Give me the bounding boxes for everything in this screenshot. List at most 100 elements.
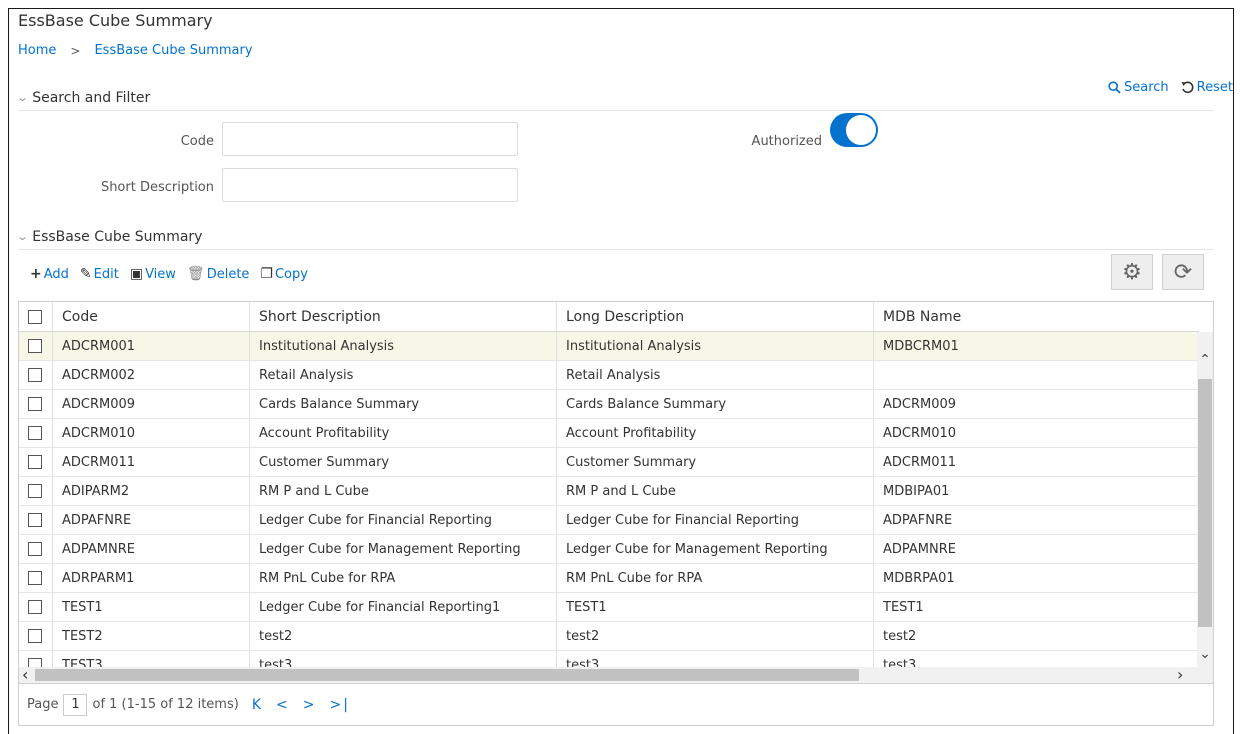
- column-header-short-description[interactable]: Short Description: [249, 302, 556, 331]
- filter-actions: Search Reset: [1108, 80, 1233, 95]
- cell-short-description: Cards Balance Summary: [249, 390, 556, 418]
- column-header-mdb-name[interactable]: MDB Name: [873, 302, 1199, 331]
- next-page-icon[interactable]: >: [303, 697, 317, 713]
- row-checkbox[interactable]: [28, 629, 42, 643]
- add-button[interactable]: + Add: [30, 266, 69, 282]
- select-all-checkbox[interactable]: [28, 309, 42, 324]
- cell-code: ADPAFNRE: [52, 506, 249, 534]
- cell-code: ADRPARM1: [52, 564, 249, 592]
- row-checkbox[interactable]: [28, 542, 42, 556]
- copy-button[interactable]: ❐ Copy: [260, 266, 308, 282]
- column-header-code[interactable]: Code: [52, 302, 249, 331]
- grid-settings-button[interactable]: ⚙: [1111, 254, 1153, 290]
- view-label: View: [145, 266, 176, 282]
- add-label: Add: [43, 266, 69, 282]
- row-checkbox-cell: [19, 593, 52, 621]
- table-row[interactable]: ADPAMNRE Ledger Cube for Management Repo…: [19, 535, 1199, 564]
- edit-button[interactable]: ✎ Edit: [80, 266, 119, 282]
- table-row[interactable]: ADPAFNRE Ledger Cube for Financial Repor…: [19, 506, 1199, 535]
- cell-short-description: RM PnL Cube for RPA: [249, 564, 556, 592]
- table-row[interactable]: ADIPARM2 RM P and L Cube RM P and L Cube…: [19, 477, 1199, 506]
- horizontal-scrollbar[interactable]: ‹ ›: [19, 665, 1213, 683]
- row-checkbox-cell: [19, 535, 52, 563]
- short-description-label: Short Description: [100, 180, 214, 195]
- authorized-toggle[interactable]: [830, 113, 878, 147]
- first-page-icon[interactable]: K: [252, 697, 263, 713]
- table-row[interactable]: ADCRM009 Cards Balance Summary Cards Bal…: [19, 390, 1199, 419]
- cell-short-description: Institutional Analysis: [249, 332, 556, 360]
- summary-section-title: EssBase Cube Summary: [32, 228, 203, 245]
- row-checkbox[interactable]: [28, 368, 42, 382]
- cell-long-description: RM P and L Cube: [556, 477, 873, 505]
- reset-label: Reset: [1196, 80, 1233, 95]
- cell-code: ADIPARM2: [52, 477, 249, 505]
- row-checkbox-cell: [19, 332, 52, 360]
- table-row[interactable]: ADRPARM1 RM PnL Cube for RPA RM PnL Cube…: [19, 564, 1199, 593]
- row-checkbox[interactable]: [28, 513, 42, 527]
- search-label: Search: [1124, 80, 1169, 95]
- breadcrumb-home[interactable]: Home: [18, 43, 56, 58]
- table-row[interactable]: ADCRM010 Account Profitability Account P…: [19, 419, 1199, 448]
- scroll-right-icon[interactable]: ›: [1177, 665, 1183, 683]
- edit-icon: ✎: [79, 266, 92, 282]
- reset-button[interactable]: Reset: [1181, 80, 1233, 95]
- cell-short-description: Ledger Cube for Financial Reporting: [249, 506, 556, 534]
- search-button[interactable]: Search: [1108, 80, 1169, 95]
- cell-short-description: Ledger Cube for Management Reporting: [249, 535, 556, 563]
- view-button[interactable]: ▣ View: [130, 266, 176, 282]
- cell-long-description: test2: [556, 622, 873, 650]
- copy-label: Copy: [274, 266, 308, 282]
- horizontal-scroll-thumb[interactable]: [35, 669, 859, 681]
- row-checkbox[interactable]: [28, 397, 42, 411]
- page-title: EssBase Cube Summary: [18, 11, 213, 30]
- table-row[interactable]: ADCRM011 Customer Summary Customer Summa…: [19, 448, 1199, 477]
- summary-section-header[interactable]: ⌄ EssBase Cube Summary: [16, 224, 1214, 250]
- cell-mdb-name: ADCRM010: [873, 419, 1199, 447]
- delete-button[interactable]: 🗑︎ Delete: [187, 266, 250, 282]
- breadcrumb-current[interactable]: EssBase Cube Summary: [94, 43, 252, 58]
- table-row[interactable]: TEST2 test2 test2 test2: [19, 622, 1199, 651]
- row-checkbox[interactable]: [28, 571, 42, 585]
- grid-toolbar: + Add ✎ Edit ▣ View 🗑︎ Delete ❐ Copy: [30, 266, 308, 282]
- breadcrumb-separator-icon: >: [70, 43, 81, 58]
- page-label: Page: [27, 697, 59, 712]
- table-row[interactable]: ADCRM001 Institutional Analysis Institut…: [19, 332, 1199, 361]
- cell-long-description: Institutional Analysis: [556, 332, 873, 360]
- cell-code: ADCRM002: [52, 361, 249, 389]
- grid-refresh-button[interactable]: ⟳: [1162, 254, 1204, 290]
- table-row[interactable]: TEST1 Ledger Cube for Financial Reportin…: [19, 593, 1199, 622]
- scroll-left-icon[interactable]: ‹: [22, 665, 28, 683]
- cell-short-description: RM P and L Cube: [249, 477, 556, 505]
- cell-short-description: Retail Analysis: [249, 361, 556, 389]
- vertical-scrollbar[interactable]: ⌃ ⌄: [1197, 332, 1213, 669]
- page-number-input[interactable]: 1: [63, 693, 88, 716]
- cell-code: ADCRM001: [52, 332, 249, 360]
- code-input[interactable]: [222, 122, 518, 156]
- row-checkbox-cell: [19, 477, 52, 505]
- table-row[interactable]: ADCRM002 Retail Analysis Retail Analysis: [19, 361, 1199, 390]
- cell-short-description: Customer Summary: [249, 448, 556, 476]
- cell-code: ADCRM010: [52, 419, 249, 447]
- last-page-icon[interactable]: >|: [329, 697, 349, 713]
- short-description-input[interactable]: [222, 168, 518, 202]
- cell-code: ADCRM011: [52, 448, 249, 476]
- row-checkbox[interactable]: [28, 339, 42, 353]
- plus-icon: +: [30, 266, 42, 282]
- scroll-down-icon[interactable]: ⌄: [1197, 646, 1213, 662]
- vertical-scroll-thumb[interactable]: [1198, 379, 1212, 627]
- cell-long-description: TEST1: [556, 593, 873, 621]
- row-checkbox[interactable]: [28, 426, 42, 440]
- cell-mdb-name: [873, 361, 1199, 389]
- cube-summary-grid: Code Short Description Long Description …: [18, 301, 1214, 684]
- search-icon: [1108, 81, 1121, 94]
- row-checkbox[interactable]: [28, 600, 42, 614]
- column-header-long-description[interactable]: Long Description: [556, 302, 873, 331]
- row-checkbox-cell: [19, 506, 52, 534]
- prev-page-icon[interactable]: <: [276, 697, 290, 713]
- row-checkbox[interactable]: [28, 484, 42, 498]
- search-filter-header[interactable]: ⌄ Search and Filter: [16, 85, 1214, 111]
- cell-code: ADCRM009: [52, 390, 249, 418]
- row-checkbox[interactable]: [28, 455, 42, 469]
- scroll-up-icon[interactable]: ⌃: [1197, 352, 1213, 368]
- row-checkbox-cell: [19, 390, 52, 418]
